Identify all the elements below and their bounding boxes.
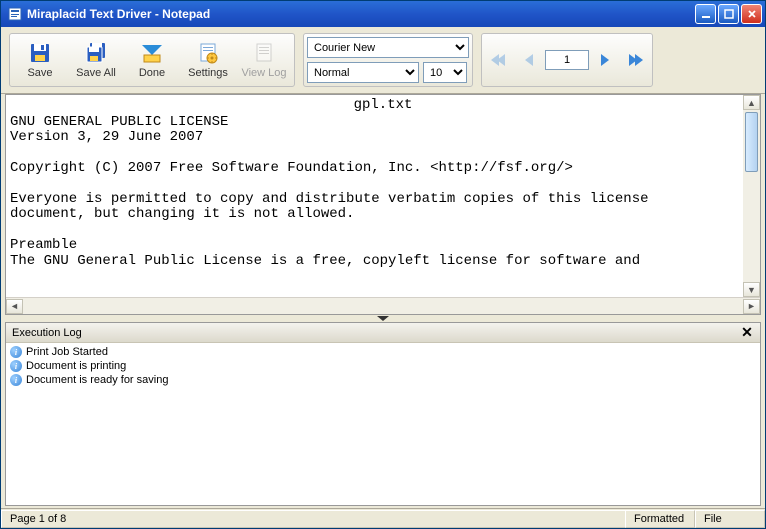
- content-area: gpl.txt GNU GENERAL PUBLIC LICENSE Versi…: [1, 94, 765, 508]
- font-style-select[interactable]: Normal: [307, 62, 419, 83]
- scroll-left-icon[interactable]: ◄: [6, 299, 23, 314]
- view-log-button: View Log: [237, 37, 291, 83]
- status-source[interactable]: File: [695, 510, 765, 528]
- titlebar[interactable]: Miraplacid Text Driver - Notepad: [1, 1, 765, 27]
- page-number-input[interactable]: [545, 50, 589, 70]
- font-group: Courier New Normal 10: [303, 33, 473, 87]
- log-body[interactable]: iPrint Job Started iDocument is printing…: [6, 343, 760, 505]
- save-icon: [28, 41, 52, 65]
- log-header: Execution Log ✕: [6, 323, 760, 343]
- view-log-label: View Log: [241, 67, 286, 79]
- window-title: Miraplacid Text Driver - Notepad: [27, 7, 695, 21]
- view-log-icon: [252, 41, 276, 65]
- document-area: gpl.txt GNU GENERAL PUBLIC LICENSE Versi…: [5, 94, 761, 315]
- maximize-button[interactable]: [718, 4, 739, 24]
- log-close-button[interactable]: ✕: [740, 324, 754, 341]
- minimize-button[interactable]: [695, 4, 716, 24]
- last-page-button[interactable]: [621, 37, 649, 83]
- application-window: Miraplacid Text Driver - Notepad Save Sa…: [0, 0, 766, 529]
- log-entry: iDocument is ready for saving: [10, 373, 756, 387]
- done-icon: [140, 41, 164, 65]
- scroll-up-icon[interactable]: ▲: [743, 95, 760, 110]
- page-nav-group: [481, 33, 653, 87]
- prev-page-button: [515, 37, 543, 83]
- log-panel: Execution Log ✕ iPrint Job Started iDocu…: [5, 322, 761, 506]
- toolbar: Save Save All Done Settings View Log Cou…: [1, 27, 765, 94]
- splitter-handle-icon: [377, 316, 389, 321]
- save-all-label: Save All: [76, 67, 116, 79]
- save-label: Save: [27, 67, 52, 79]
- document-filename: gpl.txt: [6, 95, 760, 113]
- settings-label: Settings: [188, 67, 228, 79]
- info-icon: i: [10, 360, 22, 372]
- info-icon: i: [10, 374, 22, 386]
- save-button[interactable]: Save: [13, 37, 67, 83]
- save-all-icon: [84, 41, 108, 65]
- save-all-button[interactable]: Save All: [69, 37, 123, 83]
- settings-button[interactable]: Settings: [181, 37, 235, 83]
- status-view-mode[interactable]: Formatted: [625, 510, 695, 528]
- vertical-scrollbar[interactable]: ▲ ▼: [743, 95, 760, 297]
- log-title: Execution Log: [12, 327, 82, 339]
- main-tool-group: Save Save All Done Settings View Log: [9, 33, 295, 87]
- done-label: Done: [139, 67, 165, 79]
- app-icon: [7, 6, 23, 22]
- status-page: Page 1 of 8: [1, 510, 625, 528]
- scroll-thumb[interactable]: [745, 112, 758, 172]
- done-button[interactable]: Done: [125, 37, 179, 83]
- log-entry: iPrint Job Started: [10, 345, 756, 359]
- font-family-select[interactable]: Courier New: [307, 37, 469, 58]
- settings-icon: [196, 41, 220, 65]
- document-body[interactable]: GNU GENERAL PUBLIC LICENSE Version 3, 29…: [6, 113, 760, 297]
- next-page-button[interactable]: [591, 37, 619, 83]
- first-page-button: [485, 37, 513, 83]
- horizontal-scrollbar[interactable]: ◄ ►: [6, 297, 760, 314]
- log-entry: iDocument is printing: [10, 359, 756, 373]
- scroll-down-icon[interactable]: ▼: [743, 282, 760, 297]
- splitter[interactable]: [1, 315, 765, 322]
- statusbar: Page 1 of 8 Formatted File: [1, 508, 765, 528]
- window-close-button[interactable]: [741, 4, 762, 24]
- scroll-right-icon[interactable]: ►: [743, 299, 760, 314]
- font-size-select[interactable]: 10: [423, 62, 467, 83]
- info-icon: i: [10, 346, 22, 358]
